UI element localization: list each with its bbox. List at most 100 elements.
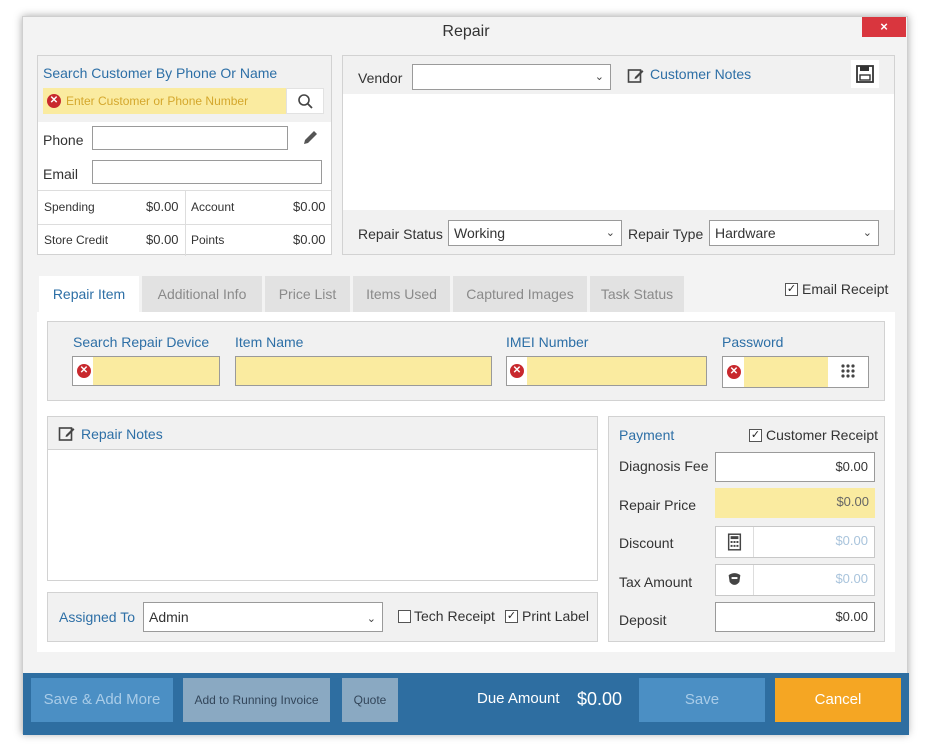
tech-receipt-checkbox[interactable]: Tech Receipt [398,608,498,626]
deposit-input[interactable]: $0.00 [715,602,875,632]
vendor-label: Vendor [358,70,403,86]
tax-amount-value: $0.00 [835,571,868,586]
password-label: Password [722,334,784,350]
customer-search-title: Search Customer By Phone Or Name [43,65,278,81]
tax-amount-input[interactable]: $0.00 [715,564,875,596]
customer-receipt-checkbox[interactable]: ✓ Customer Receipt [749,427,879,445]
chevron-down-icon: ⌄ [366,613,376,625]
payment-panel: Payment ✓ Customer Receipt Diagnosis Fee… [608,416,885,642]
chevron-down-icon: ⌄ [594,71,604,83]
tab-additional-info[interactable]: Additional Info [142,276,262,312]
window-title: Repair [442,23,490,40]
vendor-select[interactable]: ⌄ [412,64,611,90]
edit-phone-button[interactable] [296,124,324,152]
item-fields-panel: Search Repair Device ✕ Item Name IMEI Nu… [47,321,885,401]
note-edit-icon [627,69,644,83]
stat-account-value: $0.00 [293,199,326,214]
phone-input[interactable] [92,126,288,150]
tab-repair-item[interactable]: Repair Item [39,276,139,312]
assigned-to-value: Admin [149,609,189,625]
add-running-invoice-button[interactable]: Add to Running Invoice [183,678,330,722]
diagnosis-fee-input[interactable]: $0.00 [715,452,875,482]
repair-price-label: Repair Price [619,497,697,513]
assigned-to-select[interactable]: Admin ⌄ [143,602,383,632]
email-receipt-check: ✓ [785,283,798,296]
email-label: Email [43,166,79,182]
discount-value: $0.00 [835,533,868,548]
tab-items-used[interactable]: Items Used [353,276,450,312]
repair-type-value: Hardware [715,225,776,241]
tax-shield-icon[interactable] [716,565,754,595]
stat-store-credit-value: $0.00 [146,232,179,247]
deposit-label: Deposit [619,612,667,628]
print-label-check: ✓ [505,610,518,623]
customer-search-input[interactable]: ✕ Enter Customer or Phone Number [43,88,286,114]
cancel-button[interactable]: Cancel [775,678,901,722]
stat-store-credit-label: Store Credit [44,233,109,247]
clear-icon[interactable]: ✕ [727,365,741,379]
customer-receipt-check: ✓ [749,429,762,442]
tab-task-status[interactable]: Task Status [590,276,684,312]
stat-points-value: $0.00 [293,232,326,247]
imei-label: IMEI Number [506,334,589,350]
email-receipt-checkbox[interactable]: ✓ Email Receipt [785,281,895,299]
tech-receipt-label: Tech Receipt [414,608,495,624]
divider [185,190,186,256]
item-name-input[interactable] [235,356,492,386]
repair-window: Repair × Search Customer By Phone Or Nam… [22,16,909,735]
quote-button[interactable]: Quote [342,678,398,722]
repair-notes-textarea[interactable] [48,449,597,580]
repair-status-value: Working [454,225,506,241]
repair-type-select[interactable]: Hardware ⌄ [709,220,879,246]
save-button[interactable]: Save [639,678,765,722]
note-edit-icon [58,427,75,441]
repair-type-label: Repair Type [628,226,704,242]
close-button[interactable]: × [862,17,906,37]
save-add-more-button[interactable]: Save & Add More [31,678,173,722]
password-input[interactable]: ✕ [722,356,869,388]
search-button[interactable] [286,88,324,114]
stat-points-label: Points [191,233,225,247]
clear-icon[interactable]: ✕ [77,364,91,378]
customer-notes-label: Customer Notes [650,66,752,82]
repair-status-select[interactable]: Working ⌄ [448,220,622,246]
customer-panel: Search Customer By Phone Or Name ✕ Enter… [37,55,332,256]
floppy-disk-icon [856,65,874,83]
tab-content: Search Repair Device ✕ Item Name IMEI Nu… [37,312,895,652]
stat-spending-value: $0.00 [146,199,179,214]
tab-captured-images[interactable]: Captured Images [453,276,587,312]
imei-input[interactable]: ✕ [506,356,707,386]
save-notes-button[interactable] [851,60,879,88]
discount-input[interactable]: $0.00 [715,526,875,558]
print-label-checkbox[interactable]: ✓ Print Label [505,608,595,626]
tax-amount-label: Tax Amount [619,574,693,590]
email-input[interactable] [92,160,322,184]
assigned-panel: Assigned To Admin ⌄ Tech Receipt ✓ Print… [47,592,598,642]
repair-notes-panel: Repair Notes [47,416,598,581]
pencil-icon [304,131,317,144]
due-amount-label: Due Amount [477,690,560,707]
repair-price-input[interactable]: $0.00 [715,488,875,518]
chevron-down-icon: ⌄ [862,227,872,239]
search-icon [298,94,313,109]
device-input[interactable]: ✕ [72,356,220,386]
clear-icon[interactable]: ✕ [510,364,524,378]
repair-status-label: Repair Status [358,226,443,242]
keypad-icon[interactable] [828,357,868,387]
device-label: Search Repair Device [73,334,210,350]
item-name-label: Item Name [235,334,304,350]
repair-notes-label: Repair Notes [81,426,163,442]
due-amount-value: $0.00 [577,689,623,709]
customer-notes-textarea[interactable] [343,94,894,210]
footer-bar: Save & Add More Add to Running Invoice Q… [23,673,909,735]
customer-search-placeholder: Enter Customer or Phone Number [66,94,249,108]
stat-account-label: Account [191,200,235,214]
password-field[interactable] [744,357,828,387]
calculator-icon[interactable] [716,527,754,557]
clear-icon[interactable]: ✕ [47,94,61,108]
stat-spending-label: Spending [44,200,95,214]
chevron-down-icon: ⌄ [605,227,615,239]
email-receipt-label: Email Receipt [802,281,889,297]
print-label-label: Print Label [522,608,589,624]
tab-price-list[interactable]: Price List [265,276,350,312]
